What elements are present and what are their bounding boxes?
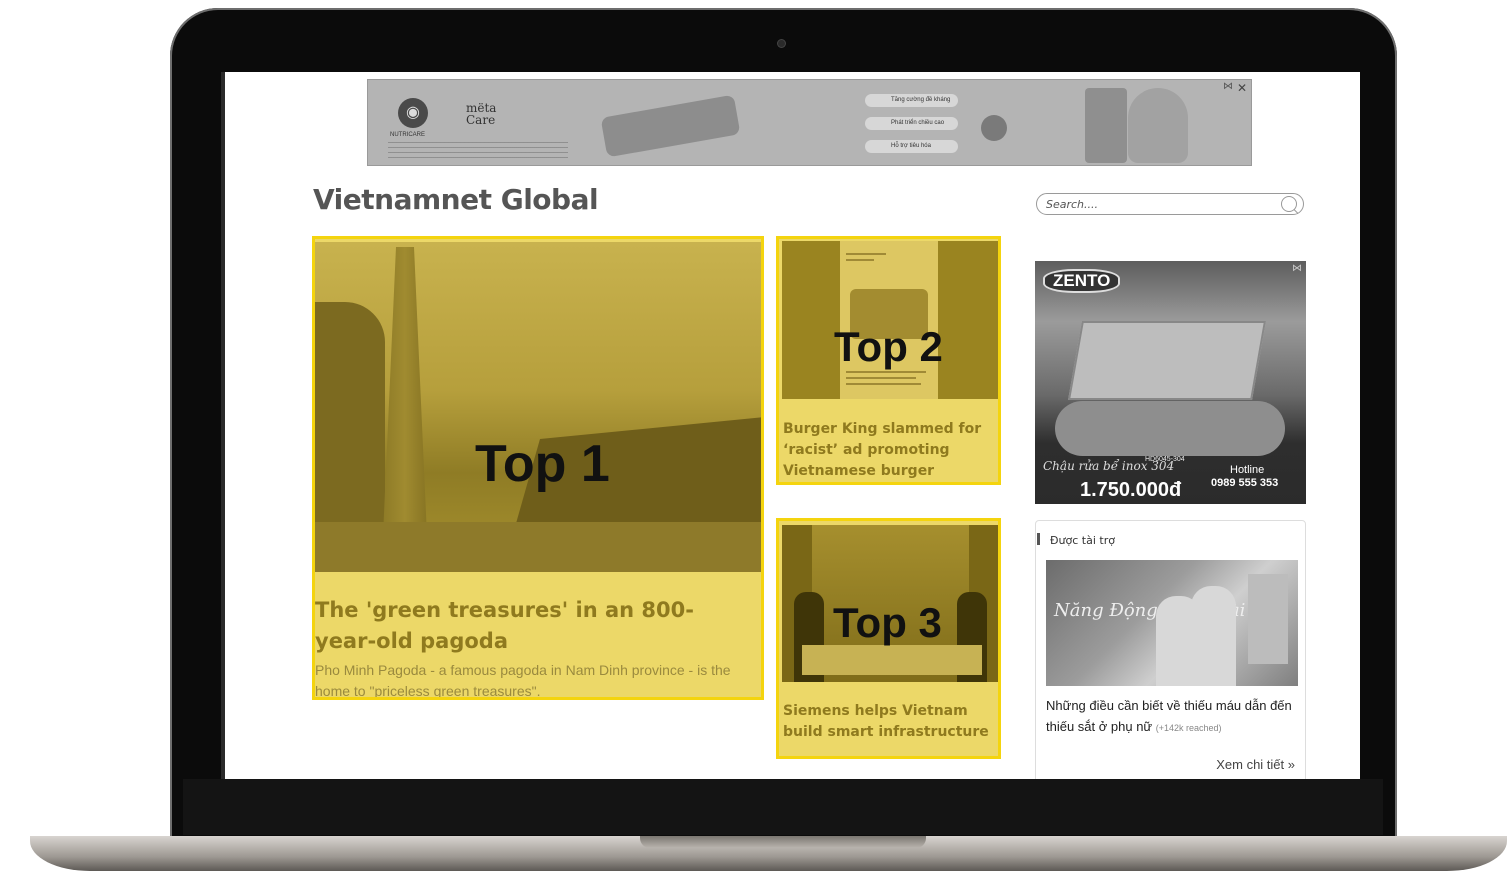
sink-image [1068,321,1266,400]
sponsored-thumbnail[interactable]: Năng Động Ngày dài [1046,560,1298,686]
ad-child-image [1128,88,1188,163]
ground-graphic [315,522,761,572]
ad-maker-text: NUTRICARE [390,132,426,138]
search-box[interactable] [1036,193,1304,215]
search-input[interactable] [1046,198,1266,211]
top-story-3-headline[interactable]: Siemens helps Vietnam build smart infras… [783,701,998,743]
search-icon[interactable] [1281,196,1297,212]
nutricare-logo-icon: ◉ [398,98,428,128]
sponsored-article[interactable]: Những điều cần biết về thiếu máu dẫn đến… [1046,695,1298,739]
adchoices-icon[interactable]: ⋈ [1292,263,1302,274]
top-banner-ad[interactable]: ◉ NUTRICARE mëta Care Tăng cường đề khán… [367,79,1252,166]
top-story-1-rank: Top 1 [475,435,610,493]
tweet-line [846,377,916,379]
side-banner-ad[interactable]: ZENTO ⋈ Chậu rửa bể inox 304 HD6045-304 … [1035,261,1306,504]
ad-brand: mëta Care [466,102,496,126]
ad-planet-graphic [981,115,1007,141]
tweet-line [846,259,874,261]
browser-viewport: ◉ NUTRICARE mëta Care Tăng cường đề khán… [221,72,1360,779]
sponsored-widget: Được tài trợ Năng Động Ngày dài Những đi… [1035,520,1306,779]
laptop-frame: ◉ NUTRICARE mëta Care Tăng cường đề khán… [0,0,1507,871]
top-story-3[interactable]: Top 3 Siemens helps Vietnam build smart … [776,518,1001,759]
woman-graphic [1191,586,1236,686]
top-story-2-image[interactable] [782,241,998,399]
dishes-image [1055,401,1285,456]
ad-brand-line2: Care [466,113,496,127]
table-graphic [802,645,982,675]
laptop-notch [640,836,926,848]
top-story-1-image[interactable] [315,242,761,572]
webcam-icon [778,40,785,47]
top-story-1[interactable]: Top 1 The 'green treasures' in an 800-ye… [312,236,764,700]
tweet-screenshot [840,241,938,399]
top-story-2-rank: Top 2 [834,323,943,370]
trees-graphic [315,302,385,552]
sponsored-reach: (+142k reached) [1155,723,1222,733]
close-ad-icon[interactable]: ✕ [1237,81,1247,95]
side-ad-price: 1.750.000đ [1080,479,1182,501]
screen-edge [221,72,225,779]
page-title[interactable]: Vietnamnet Global [313,183,599,216]
ad-ribbon [600,94,741,158]
zento-logo: ZENTO [1043,269,1121,293]
ad-pill-1: Tăng cường đề kháng [865,94,958,107]
top-story-1-headline[interactable]: The 'green treasures' in an 800-year-old… [315,595,755,657]
top-story-1-summary: Pho Minh Pagoda - a famous pagoda in Nam… [315,662,731,699]
ad-pill-3: Hỗ trợ tiêu hóa [865,140,958,153]
top-story-2[interactable]: Top 2 Burger King slammed for ‘racist’ a… [776,236,1001,485]
see-more-link[interactable]: Xem chi tiết » [1216,757,1295,772]
top-story-2-headline[interactable]: Burger King slammed for ‘racist’ ad prom… [783,419,993,482]
tweet-line [846,253,886,255]
ad-pill-2: Phát triển chiều cao [865,117,958,130]
adchoices-icon[interactable]: ⋈ [1223,81,1233,92]
side-ad-model: HD6045-304 [1145,456,1185,463]
sponsored-label: Được tài trợ [1050,534,1115,547]
ad-product-image [1085,88,1127,163]
tweet-line [846,371,926,373]
laptop-chin [183,779,1383,835]
sponsored-bar [1037,533,1040,545]
product-package-graphic [1248,574,1288,664]
tweet-line [846,383,921,385]
ad-fineprint [388,142,568,160]
side-ad-hotline-label: Hotline [1230,464,1265,476]
side-ad-hotline: 0989 555 353 [1211,477,1279,489]
top-story-3-rank: Top 3 [833,599,942,646]
